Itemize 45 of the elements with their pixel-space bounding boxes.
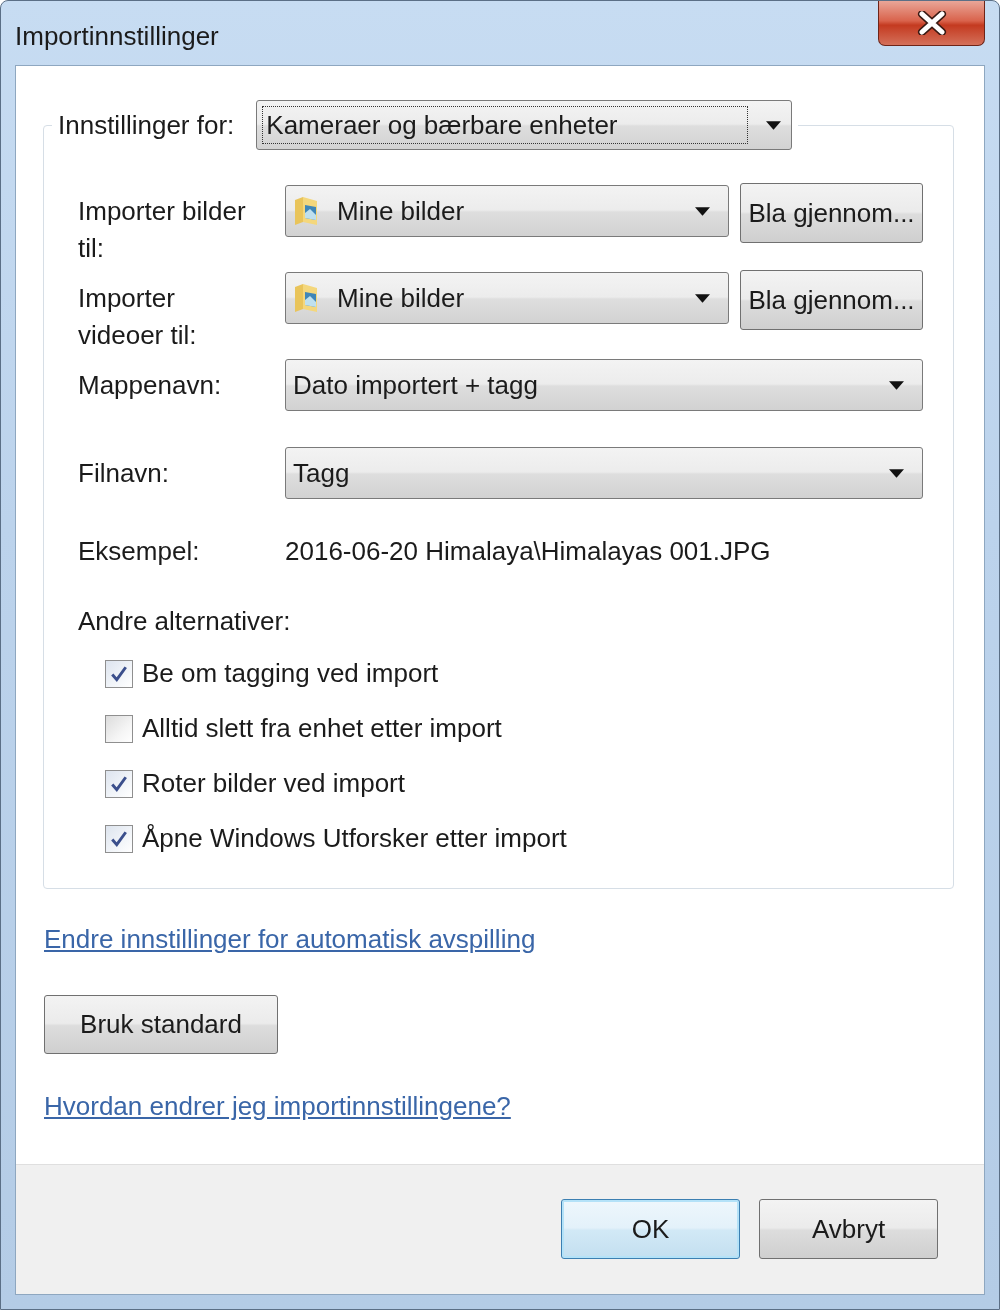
checkbox[interactable] — [105, 659, 133, 688]
field-label: Importer videoer til: — [78, 282, 198, 352]
folder-dropdown[interactable]: Mine bilder — [285, 185, 729, 237]
check-icon — [110, 774, 128, 793]
dialog-button[interactable]: Avbryt — [759, 1199, 938, 1259]
dropdown[interactable]: Tagg — [285, 447, 923, 499]
browse-button[interactable]: Bla gjennom... — [740, 183, 923, 243]
dropdown-value: Tagg — [292, 457, 351, 490]
checkbox[interactable] — [105, 714, 133, 743]
checkbox-label[interactable]: Åpne Windows Utforsker etter import — [142, 820, 567, 857]
autoplay-settings-link[interactable]: Endre innstillinger for automatisk avspilling — [44, 921, 536, 958]
checkbox[interactable] — [105, 769, 133, 798]
help-link[interactable]: Hvordan endrer jeg importinnstillingene? — [44, 1088, 511, 1125]
window-title: Importinnstillinger — [15, 20, 219, 52]
field-label: Eksempel: — [78, 535, 201, 568]
field-label: Mappenavn: — [78, 369, 223, 402]
section-label: Andre alternativer: — [78, 605, 291, 638]
field-label: Importer bilder til: — [78, 195, 247, 265]
checkbox-label[interactable]: Be om tagging ved import — [142, 655, 439, 692]
field-label: Filnavn: — [78, 457, 171, 490]
caret-icon — [766, 120, 782, 130]
checkbox[interactable] — [105, 824, 133, 853]
caret-icon — [695, 293, 710, 303]
caret-icon — [695, 206, 710, 216]
dropdown-value: Mine bilder — [336, 282, 466, 315]
caret-icon — [889, 380, 904, 390]
check-icon — [110, 664, 128, 683]
close-button[interactable] — [878, 1, 985, 46]
checkbox-label[interactable]: Alltid slett fra enhet etter import — [142, 710, 502, 747]
browse-button[interactable]: Bla gjennom... — [740, 270, 923, 330]
close-icon — [916, 11, 947, 35]
folder-dropdown[interactable]: Mine bilder — [285, 272, 729, 324]
folder-icon — [293, 196, 319, 226]
example-value: 2016-06-20 Himalaya\Himalayas 001.JPG — [285, 535, 771, 568]
folder-icon — [293, 283, 319, 313]
caret-icon — [889, 468, 904, 478]
dropdown-value: Mine bilder — [336, 195, 466, 228]
dropdown-value: Dato importert + tagg — [292, 369, 539, 402]
settings-for-label: Innstillinger for: — [58, 108, 235, 142]
dropdown[interactable]: Dato importert + tagg — [285, 359, 923, 411]
check-icon — [110, 829, 128, 848]
dialog-button[interactable]: OK — [561, 1199, 740, 1259]
checkbox-label[interactable]: Roter bilder ved import — [142, 765, 405, 802]
device-dropdown[interactable]: Kameraer og bærbare enheter — [256, 100, 793, 150]
restore-defaults-button[interactable]: Bruk standard — [44, 995, 278, 1054]
